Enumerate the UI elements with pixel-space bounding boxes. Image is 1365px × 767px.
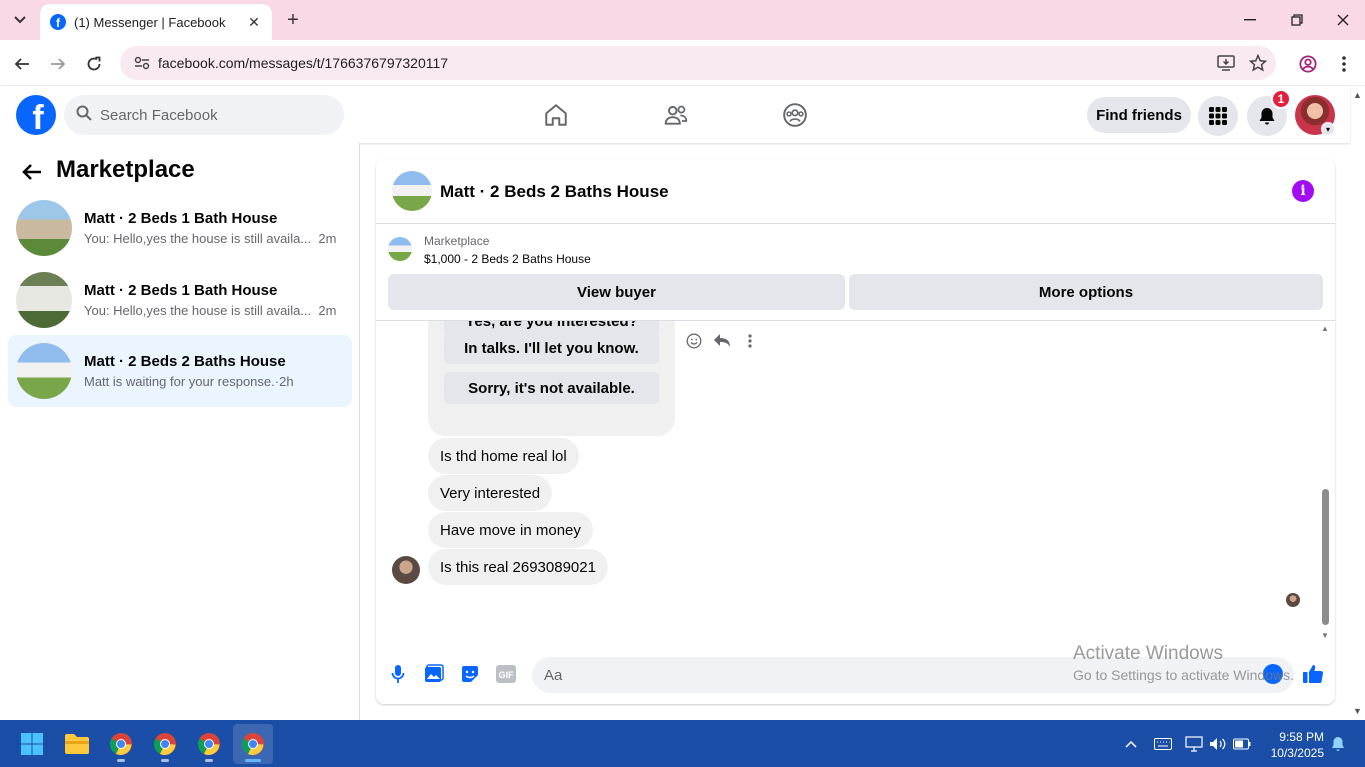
marketplace-listing-thumbnail bbox=[388, 237, 412, 261]
taskbar-clock[interactable]: 9:58 PM 10/3/2025 bbox=[1262, 729, 1324, 761]
network-icon[interactable] bbox=[1184, 734, 1204, 754]
browser-tab[interactable]: f (1) Messenger | Facebook ✕ bbox=[40, 4, 272, 40]
window-close-icon[interactable] bbox=[1331, 8, 1355, 32]
address-bar[interactable]: facebook.com/messages/t/1766376797320117 bbox=[120, 46, 1276, 80]
tab-search-chevron-icon[interactable] bbox=[8, 8, 32, 32]
chrome-menu-icon[interactable] bbox=[1330, 50, 1358, 78]
back-arrow-icon[interactable] bbox=[20, 160, 44, 184]
chrome-taskbar-icon-active[interactable] bbox=[233, 724, 273, 764]
new-tab-plus-icon[interactable]: + bbox=[282, 8, 304, 32]
scroll-down-arrow-icon[interactable]: ▼ bbox=[1320, 631, 1330, 641]
view-buyer-button[interactable]: View buyer bbox=[388, 274, 845, 310]
show-hidden-icons-chevron-icon[interactable] bbox=[1121, 734, 1141, 754]
tab-close-icon[interactable]: ✕ bbox=[246, 14, 262, 31]
conversation-snippet: You: Hello,yes the house is still availa… bbox=[84, 303, 312, 318]
conversation-name: Matt · 2 Beds 2 Baths House bbox=[84, 353, 286, 370]
chrome-profile-icon[interactable] bbox=[1294, 50, 1322, 78]
conversation-item[interactable]: Matt · 2 Beds 1 Bath House You: Hello,ye… bbox=[8, 192, 352, 264]
menu-grid-icon[interactable] bbox=[1198, 96, 1238, 136]
conversation-snippet: You: Hello,yes the house is still availa… bbox=[84, 231, 312, 246]
back-arrow-icon[interactable] bbox=[8, 50, 36, 78]
find-friends-button[interactable]: Find friends bbox=[1087, 97, 1191, 133]
listing-thumbnail bbox=[16, 200, 72, 256]
info-icon[interactable]: i bbox=[1292, 180, 1314, 202]
listing-price-title[interactable]: $1,000 - 2 Beds 2 Baths House bbox=[424, 252, 591, 266]
page-title: Marketplace bbox=[56, 156, 195, 183]
friends-nav-icon[interactable] bbox=[656, 96, 696, 134]
facebook-search[interactable] bbox=[64, 95, 344, 135]
restore-icon[interactable] bbox=[1285, 8, 1309, 32]
marketplace-label: Marketplace bbox=[424, 234, 490, 248]
account-chevron-icon[interactable]: ▾ bbox=[1321, 122, 1335, 136]
conversation-snippet: Matt is waiting for your response. bbox=[84, 374, 275, 389]
clock-time: 9:58 PM bbox=[1279, 730, 1324, 744]
conversation-time: 2m bbox=[318, 303, 337, 318]
url-text: facebook.com/messages/t/1766376797320117 bbox=[158, 55, 449, 71]
sender-avatar[interactable] bbox=[392, 556, 420, 584]
reply-arrow-icon[interactable] bbox=[712, 331, 732, 351]
reload-icon[interactable] bbox=[80, 50, 108, 78]
minimize-icon[interactable] bbox=[1238, 8, 1262, 32]
chrome-taskbar-icon[interactable] bbox=[145, 724, 185, 764]
activate-windows-watermark: Activate Windows Go to Settings to activ… bbox=[1073, 643, 1294, 683]
incoming-message: Is thd home real lol bbox=[428, 438, 579, 474]
quick-reply-button[interactable]: In talks. I'll let you know. bbox=[444, 332, 659, 364]
tab-title: (1) Messenger | Facebook bbox=[74, 14, 226, 30]
conversation-name: Matt · 2 Beds 1 Bath House bbox=[84, 282, 278, 299]
bookmark-star-icon[interactable] bbox=[1247, 52, 1269, 74]
header-divider bbox=[376, 223, 1335, 224]
search-input[interactable] bbox=[100, 106, 320, 124]
thumbs-up-like-icon[interactable] bbox=[1301, 662, 1325, 686]
quick-reply-button[interactable]: Sorry, it's not available. bbox=[444, 372, 659, 404]
message-thread: Yes, are you interested? In talks. I'll … bbox=[376, 321, 1320, 646]
search-icon bbox=[76, 105, 92, 126]
more-vertical-icon[interactable] bbox=[740, 331, 760, 351]
chat-title[interactable]: Matt · 2 Beds 2 Baths House bbox=[440, 182, 669, 202]
quick-replies-card: Yes, are you interested? In talks. I'll … bbox=[428, 321, 675, 436]
incoming-message: Have move in money bbox=[428, 512, 593, 548]
home-nav-icon[interactable] bbox=[536, 96, 576, 134]
page-scroll-down-icon[interactable]: ▼ bbox=[1353, 706, 1362, 716]
chrome-taskbar-icon[interactable] bbox=[189, 724, 229, 764]
clock-date: 10/3/2025 bbox=[1270, 746, 1324, 760]
conversation-time: 2h bbox=[279, 374, 294, 389]
watermark-subtitle: Go to Settings to activate Windows. bbox=[1073, 667, 1294, 683]
forward-arrow-icon[interactable] bbox=[44, 50, 72, 78]
photo-gallery-icon[interactable] bbox=[423, 663, 445, 685]
notification-center-bell-icon[interactable] bbox=[1328, 734, 1348, 754]
incoming-message: Is this real 2693089021 bbox=[428, 549, 608, 585]
windows-start-icon[interactable] bbox=[12, 724, 52, 764]
install-app-icon[interactable] bbox=[1215, 52, 1237, 74]
notification-count-badge: 1 bbox=[1271, 89, 1291, 109]
site-settings-icon[interactable] bbox=[128, 49, 156, 77]
more-options-button[interactable]: More options bbox=[849, 274, 1323, 310]
chrome-taskbar-icon[interactable] bbox=[101, 724, 141, 764]
svg-text:GIF: GIF bbox=[499, 670, 515, 680]
react-emoji-icon[interactable] bbox=[684, 331, 704, 351]
incoming-message: Very interested bbox=[428, 475, 553, 511]
facebook-logo-icon[interactable]: f bbox=[16, 95, 56, 135]
battery-icon[interactable] bbox=[1232, 734, 1252, 754]
listing-thumbnail bbox=[16, 272, 72, 328]
file-explorer-icon[interactable] bbox=[57, 724, 97, 764]
scroll-up-arrow-icon[interactable]: ▲ bbox=[1320, 324, 1330, 334]
sticker-icon[interactable] bbox=[459, 663, 481, 685]
seen-receipt-avatar bbox=[1286, 593, 1300, 607]
volume-icon[interactable] bbox=[1208, 734, 1228, 754]
conversation-item-active[interactable]: Matt · 2 Beds 2 Baths House Matt is wait… bbox=[8, 335, 352, 407]
microphone-icon[interactable] bbox=[387, 663, 409, 685]
chat-listing-thumbnail[interactable] bbox=[392, 171, 432, 211]
page-scroll-up-icon[interactable]: ▲ bbox=[1353, 90, 1362, 100]
facebook-favicon-icon: f bbox=[50, 14, 66, 30]
message-input[interactable] bbox=[544, 666, 1044, 684]
message-scrollbar-thumb[interactable] bbox=[1322, 489, 1329, 625]
conversation-name: Matt · 2 Beds 1 Bath House bbox=[84, 210, 278, 227]
watermark-title: Activate Windows bbox=[1073, 643, 1223, 664]
listing-thumbnail bbox=[16, 343, 72, 399]
keyboard-icon[interactable] bbox=[1153, 734, 1173, 754]
conversation-item[interactable]: Matt · 2 Beds 1 Bath House You: Hello,ye… bbox=[8, 264, 352, 336]
conversation-time: 2m bbox=[318, 231, 337, 246]
groups-nav-icon[interactable] bbox=[775, 96, 815, 134]
gif-icon[interactable]: GIF bbox=[495, 663, 517, 685]
